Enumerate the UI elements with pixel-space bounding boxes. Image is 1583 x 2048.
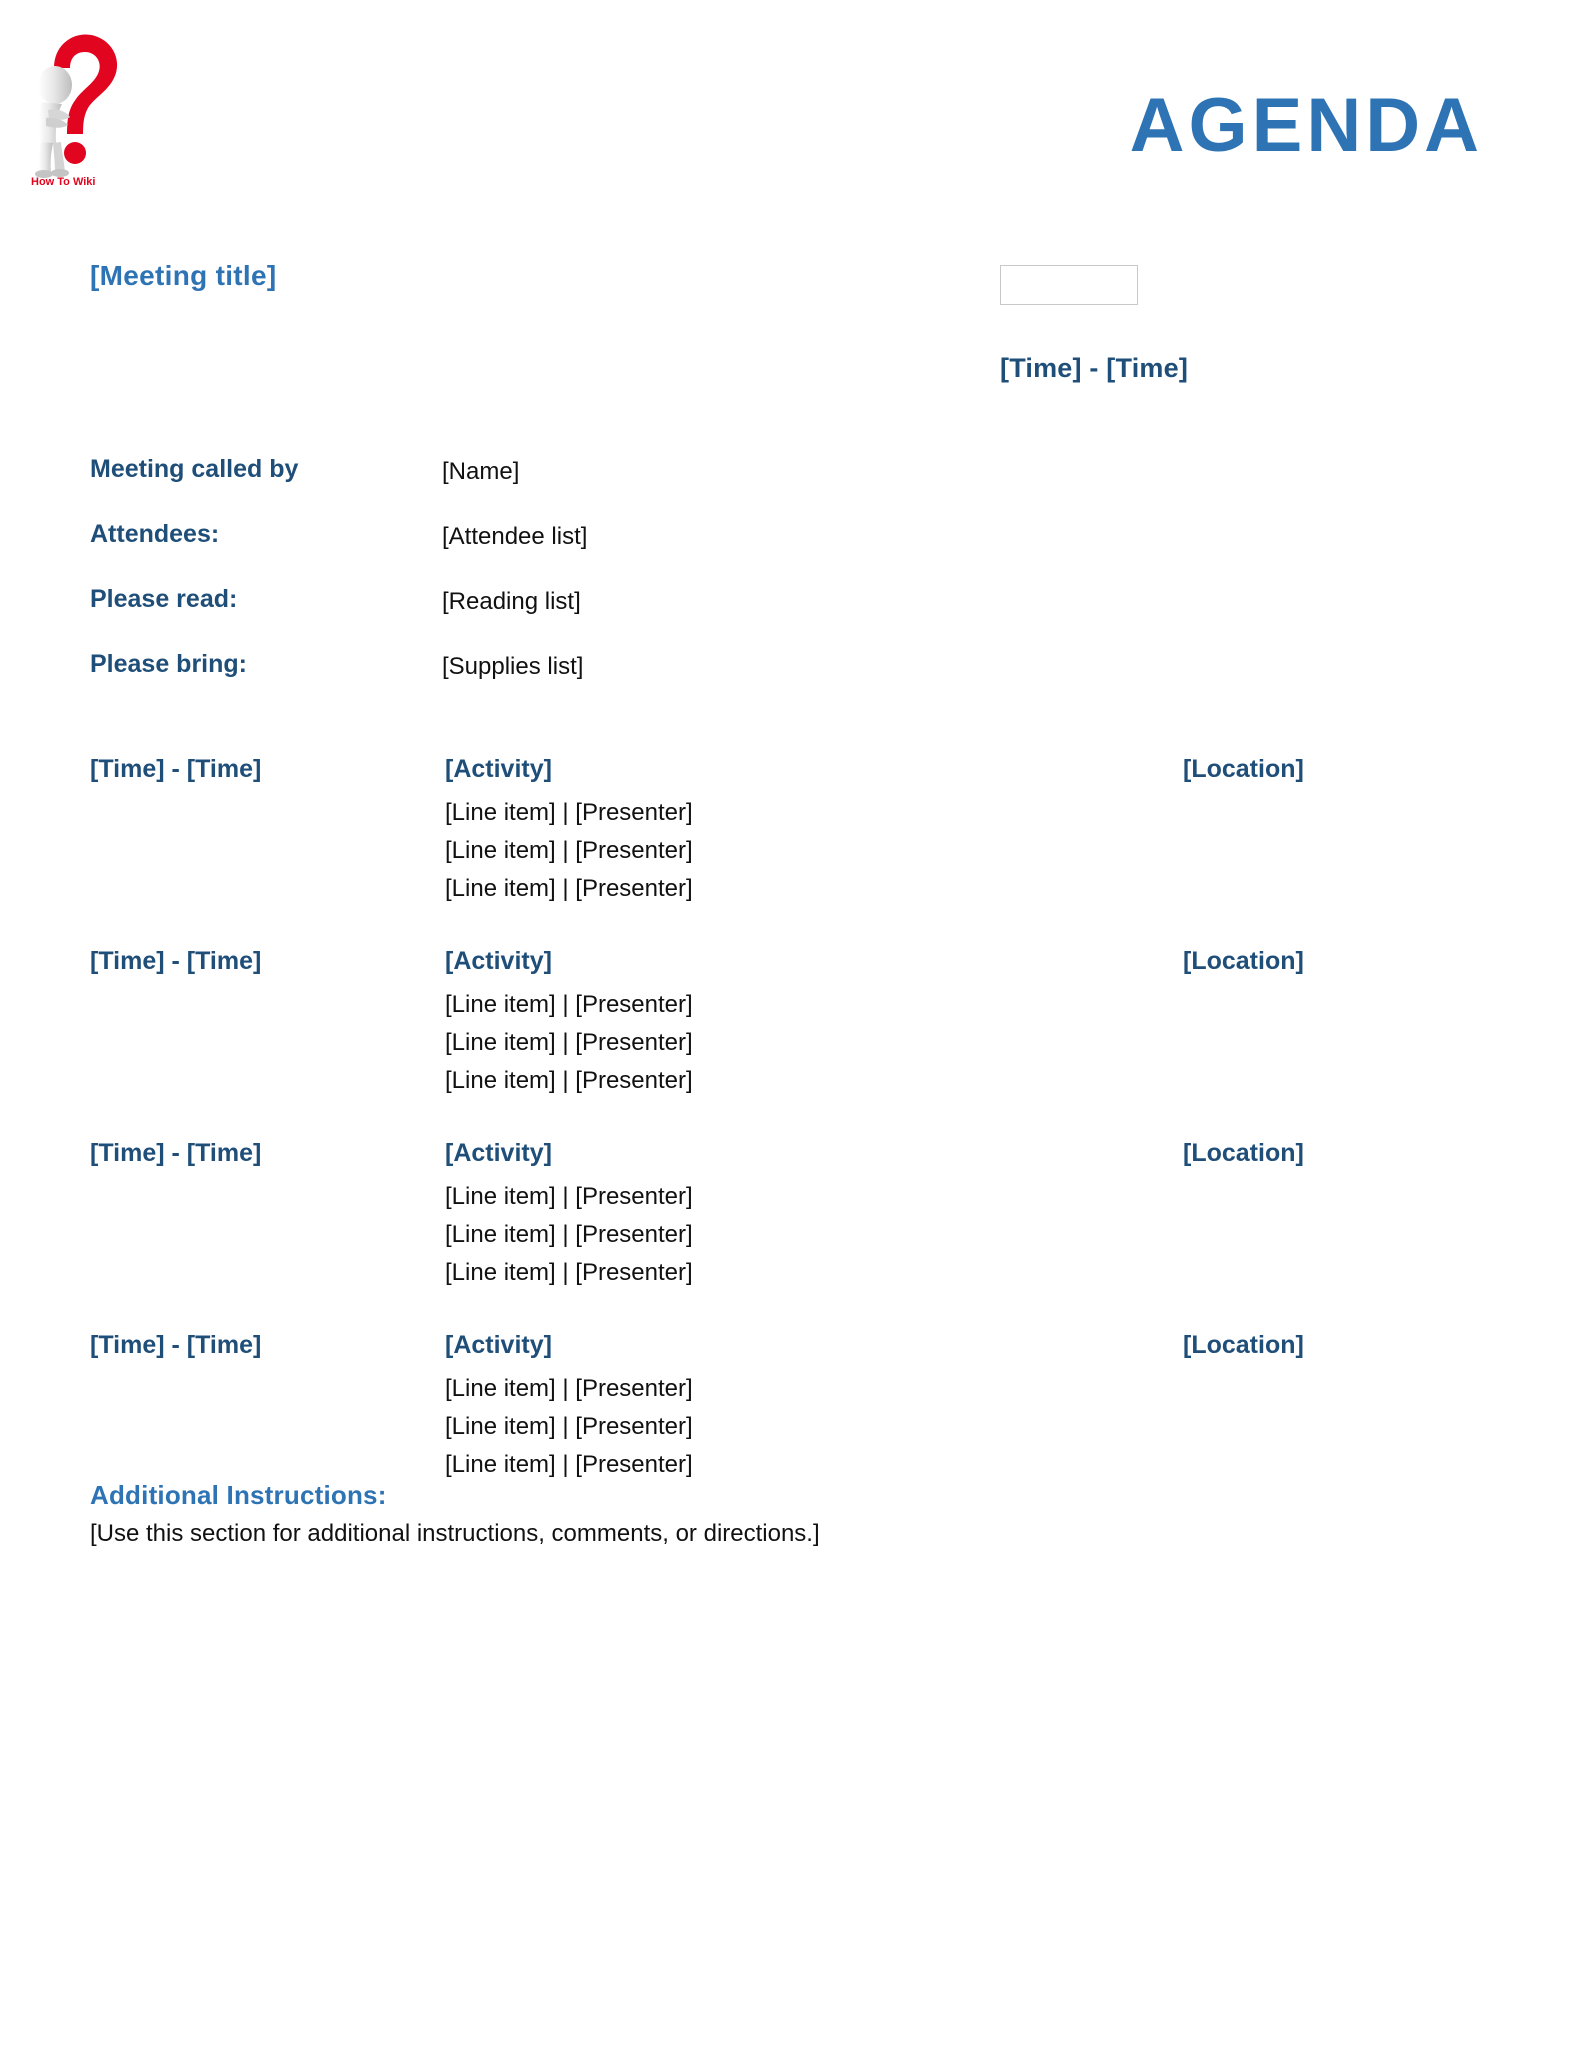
agenda-block-time[interactable]: [Time] - [Time]: [90, 755, 261, 784]
meta-value-please-bring[interactable]: [Supplies list]: [442, 653, 583, 681]
agenda-line-item[interactable]: [Line item] | [Presenter]: [445, 1446, 1490, 1484]
additional-instructions-body[interactable]: [Use this section for additional instruc…: [90, 1520, 1390, 1548]
agenda-block: [Time] - [Time] [Activity] [Location] [L…: [90, 755, 1490, 908]
meta-row-please-read: Please read: [Reading list]: [90, 585, 990, 650]
agenda-block-location[interactable]: [Location]: [1183, 755, 1304, 784]
agenda-block-time[interactable]: [Time] - [Time]: [90, 1139, 261, 1168]
agenda-block: [Time] - [Time] [Activity] [Location] [L…: [90, 1331, 1490, 1484]
page-title: AGENDA: [1129, 83, 1483, 168]
meta-row-attendees: Attendees: [Attendee list]: [90, 520, 990, 585]
additional-instructions-section: Additional Instructions: [Use this secti…: [90, 1480, 1390, 1548]
agenda-line-item[interactable]: [Line item] | [Presenter]: [445, 832, 1490, 870]
agenda-block-activity[interactable]: [Activity]: [445, 1139, 552, 1168]
agenda-line-item[interactable]: [Line item] | [Presenter]: [445, 794, 1490, 832]
meeting-time-range[interactable]: [Time] - [Time]: [1000, 353, 1188, 384]
agenda-line-item[interactable]: [Line item] | [Presenter]: [445, 1370, 1490, 1408]
agenda-line-item[interactable]: [Line item] | [Presenter]: [445, 1024, 1490, 1062]
additional-instructions-heading: Additional Instructions:: [90, 1480, 387, 1510]
meta-label-called-by: Meeting called by: [90, 455, 299, 483]
logo-caption: How To Wiki: [31, 176, 95, 187]
meta-row-called-by: Meeting called by [Name]: [90, 455, 990, 520]
agenda-line-item[interactable]: [Line item] | [Presenter]: [445, 1178, 1490, 1216]
agenda-line-item[interactable]: [Line item] | [Presenter]: [445, 870, 1490, 908]
agenda-block-items: [Line item] | [Presenter] [Line item] | …: [90, 985, 1490, 1100]
agenda-block-items: [Line item] | [Presenter] [Line item] | …: [90, 1369, 1490, 1484]
agenda-block-items: [Line item] | [Presenter] [Line item] | …: [90, 1177, 1490, 1292]
agenda-block-time[interactable]: [Time] - [Time]: [90, 947, 261, 976]
agenda-line-item[interactable]: [Line item] | [Presenter]: [445, 986, 1490, 1024]
document-header: How To Wiki AGENDA: [0, 0, 1583, 215]
agenda-block-location[interactable]: [Location]: [1183, 1139, 1304, 1168]
agenda-block-location[interactable]: [Location]: [1183, 947, 1304, 976]
agenda-block-header: [Time] - [Time] [Activity] [Location]: [90, 1331, 1490, 1369]
agenda-block-time[interactable]: [Time] - [Time]: [90, 1331, 261, 1360]
agenda-block: [Time] - [Time] [Activity] [Location] [L…: [90, 1139, 1490, 1292]
agenda-block-location[interactable]: [Location]: [1183, 1331, 1304, 1360]
agenda-block-header: [Time] - [Time] [Activity] [Location]: [90, 755, 1490, 793]
agenda-block-activity[interactable]: [Activity]: [445, 755, 552, 784]
agenda-line-item[interactable]: [Line item] | [Presenter]: [445, 1062, 1490, 1100]
meeting-meta-section: Meeting called by [Name] Attendees: [Att…: [90, 455, 990, 715]
agenda-block: [Time] - [Time] [Activity] [Location] [L…: [90, 947, 1490, 1100]
agenda-blocks-list: [Time] - [Time] [Activity] [Location] [L…: [90, 755, 1490, 1523]
meta-value-please-read[interactable]: [Reading list]: [442, 588, 581, 616]
meta-value-attendees[interactable]: [Attendee list]: [442, 523, 587, 551]
meeting-title-field[interactable]: [Meeting title]: [90, 260, 277, 292]
meta-label-attendees: Attendees:: [90, 520, 220, 548]
agenda-line-item[interactable]: [Line item] | [Presenter]: [445, 1254, 1490, 1292]
agenda-block-items: [Line item] | [Presenter] [Line item] | …: [90, 793, 1490, 908]
meta-value-called-by[interactable]: [Name]: [442, 458, 519, 486]
agenda-line-item[interactable]: [Line item] | [Presenter]: [445, 1408, 1490, 1446]
meta-label-please-read: Please read:: [90, 585, 238, 613]
agenda-block-activity[interactable]: [Activity]: [445, 947, 552, 976]
agenda-document-page: How To Wiki AGENDA [Meeting title] [Time…: [0, 0, 1583, 2048]
meta-label-please-bring: Please bring:: [90, 650, 247, 678]
agenda-block-activity[interactable]: [Activity]: [445, 1331, 552, 1360]
agenda-block-header: [Time] - [Time] [Activity] [Location]: [90, 947, 1490, 985]
meeting-date-input[interactable]: [1000, 265, 1138, 305]
agenda-block-header: [Time] - [Time] [Activity] [Location]: [90, 1139, 1490, 1177]
meta-row-please-bring: Please bring: [Supplies list]: [90, 650, 990, 715]
agenda-line-item[interactable]: [Line item] | [Presenter]: [445, 1216, 1490, 1254]
